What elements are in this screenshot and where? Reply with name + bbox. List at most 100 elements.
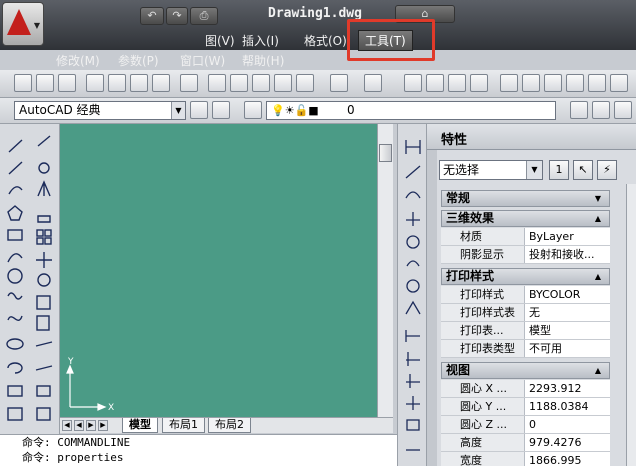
ucs-y-label: Y [67,357,74,367]
property-value: 1188.0384 [529,400,589,413]
copy-icon[interactable] [230,74,248,92]
ucs-x-label: X [108,403,114,413]
menu-help[interactable]: 帮助(H) [242,52,284,69]
paste-icon[interactable] [252,74,270,92]
vertical-scrollbar[interactable] [377,124,393,417]
extend-icon [35,365,53,371]
cut-icon[interactable] [208,74,226,92]
property-row[interactable]: 圆心 X ... 2293.912 [441,380,610,398]
menu-modify[interactable]: 修改(M) [56,52,100,69]
layer-state-icon[interactable] [614,101,632,119]
property-value: 投射和接收... [529,248,595,261]
selection-dropdown[interactable]: 无选择 ▼ [439,160,543,180]
undo-icon[interactable] [330,74,348,92]
layer-properties-icon[interactable] [244,101,262,119]
jogged-icon [406,260,420,267]
make-current-icon[interactable] [570,101,588,119]
publish-icon[interactable] [130,74,148,92]
layer-previous-icon[interactable] [592,101,610,119]
plot-icon[interactable] [86,74,104,92]
chevron-down-icon: ▼ [171,102,185,119]
drawing-canvas[interactable]: Y X [60,124,377,417]
property-row[interactable]: 打印表... 模型 [441,322,610,340]
property-key: 打印样式 [441,286,525,303]
tab-layout1[interactable]: 布局1 [162,418,205,433]
section-plot-style[interactable]: 打印样式 ▲ [441,268,610,285]
tab-model[interactable]: 模型 [122,418,158,433]
menu-window[interactable]: 窗口(W) [180,52,225,69]
construction-line-icon [8,161,23,175]
save-icon[interactable] [58,74,76,92]
command-line[interactable]: 命令: COMMANDLINE 命令: properties [0,434,425,466]
property-value: 无 [529,306,540,319]
block-editor-icon[interactable] [296,74,314,92]
line-icon [8,139,23,153]
3d-dwf-icon[interactable] [152,74,170,92]
property-row[interactable]: 打印样式 BYCOLOR [441,286,610,304]
tool-palettes-icon[interactable] [544,74,562,92]
redo-icon[interactable] [364,74,382,92]
properties-icon[interactable] [500,74,518,92]
section-view[interactable]: 视图 ▲ [441,362,610,379]
zoom-realtime-icon[interactable] [426,74,444,92]
menu-parametric[interactable]: 参数(P) [118,52,159,69]
tab-layout2[interactable]: 布局2 [208,418,251,433]
draw-toolbar-icons[interactable] [0,124,60,434]
toggle-pickadd-button[interactable]: 1 [549,160,569,180]
first-tab-icon[interactable]: ◀ [62,420,72,431]
markup-icon[interactable] [588,74,606,92]
plot-preview-icon[interactable] [108,74,126,92]
property-key: 宽度 [441,452,525,466]
property-row[interactable]: 圆心 Z ... 0 [441,416,610,434]
section-title: 视图 [446,363,471,377]
match-properties-icon[interactable] [274,74,292,92]
section-3d-effects[interactable]: 三维效果 ▲ [441,210,610,227]
last-tab-icon[interactable]: ▶ [98,420,108,431]
command-history-line: 命令: properties [22,451,124,464]
scroll-thumb[interactable] [379,144,392,162]
section-title: 三维效果 [446,211,495,225]
dimension-toolbar-icons[interactable] [398,124,428,466]
workspace-settings-icon[interactable] [190,101,208,119]
property-key: 圆心 X ... [441,380,525,397]
menu-view[interactable]: 图(V) [205,32,235,49]
property-row[interactable]: 打印样式表 无 [441,304,610,322]
design-center-icon[interactable] [522,74,540,92]
undo-button[interactable]: ↶ [140,7,164,25]
zoom-window-icon[interactable] [448,74,466,92]
chevron-down-icon: ▼ [526,161,542,179]
open-icon[interactable] [36,74,54,92]
property-row[interactable]: 宽度 1866.995 [441,452,610,466]
properties-scrollbar[interactable] [626,184,636,466]
menu-format[interactable]: 格式(O) [304,32,347,49]
property-row[interactable]: 材质 ByLayer [441,228,610,246]
workspace-dropdown[interactable]: AutoCAD 经典 ▼ [14,101,186,120]
customize-icon[interactable] [212,101,230,119]
quickcalc-icon[interactable] [610,74,628,92]
chevron-up-icon: ▲ [594,272,601,281]
select-objects-icon[interactable]: ↖ [573,160,593,180]
sheet-set-icon[interactable] [566,74,584,92]
property-row[interactable]: 圆心 Y ... 1188.0384 [441,398,610,416]
palette-handle[interactable] [427,150,437,466]
property-row[interactable]: 阴影显示 投射和接收... [441,246,610,264]
redo-button[interactable]: ↷ [166,7,188,25]
property-row[interactable]: 高度 979.4276 [441,434,610,452]
selection-value: 无选择 [443,163,480,177]
property-value: 1866.995 [529,454,582,466]
chevron-down-icon: ▼ [594,194,601,203]
design-center-icon[interactable] [180,74,198,92]
prev-tab-icon[interactable]: ◀ [74,420,84,431]
next-tab-icon[interactable]: ▶ [86,420,96,431]
property-value: ByLayer [529,230,574,243]
quick-select-icon[interactable]: ⚡ [597,160,617,180]
layer-dropdown[interactable]: 💡☀🔓■ 0 [266,101,556,120]
property-row[interactable]: 打印表类型 不可用 [441,340,610,358]
pan-icon[interactable] [404,74,422,92]
zoom-previous-icon[interactable] [470,74,488,92]
continue-icon [406,374,420,388]
section-general[interactable]: 常规 ▼ [441,190,610,207]
menu-insert[interactable]: 插入(I) [242,32,279,49]
new-icon[interactable] [14,74,32,92]
print-button[interactable]: ⎙ [190,7,218,25]
